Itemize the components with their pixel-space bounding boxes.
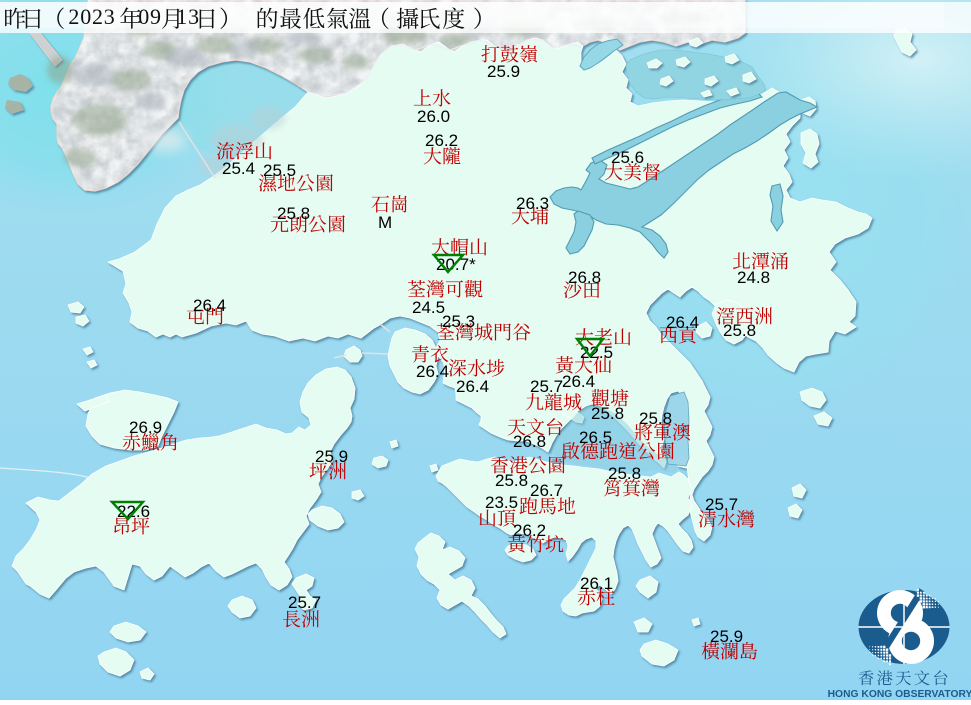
svg-text:26.1: 26.1 bbox=[580, 574, 613, 593]
svg-text:2023: 2023 bbox=[68, 4, 115, 29]
svg-text:24.5: 24.5 bbox=[412, 298, 445, 317]
svg-text:25.8: 25.8 bbox=[723, 321, 756, 340]
svg-text:26.8: 26.8 bbox=[513, 432, 546, 451]
svg-text:26.0: 26.0 bbox=[417, 107, 450, 126]
svg-text:25.7: 25.7 bbox=[530, 377, 563, 396]
svg-text:13: 13 bbox=[176, 4, 200, 29]
svg-text:26.9: 26.9 bbox=[129, 418, 162, 437]
svg-text:25.9: 25.9 bbox=[315, 447, 348, 466]
svg-text:24.8: 24.8 bbox=[737, 268, 770, 287]
svg-text:M: M bbox=[378, 213, 392, 232]
svg-text:25.5: 25.5 bbox=[263, 161, 296, 180]
svg-text:25.9: 25.9 bbox=[487, 62, 520, 81]
svg-text:25.8: 25.8 bbox=[639, 409, 672, 428]
svg-text:26.4: 26.4 bbox=[416, 362, 449, 381]
svg-text:26.2: 26.2 bbox=[425, 131, 458, 150]
svg-text:25.7: 25.7 bbox=[288, 593, 321, 612]
svg-text:26.4: 26.4 bbox=[456, 377, 489, 396]
svg-text:26.7: 26.7 bbox=[530, 481, 563, 500]
svg-text:25.8: 25.8 bbox=[495, 471, 528, 490]
svg-text:26.5: 26.5 bbox=[579, 428, 612, 447]
svg-text:25.3: 25.3 bbox=[442, 312, 475, 331]
svg-text:26.8: 26.8 bbox=[568, 268, 601, 287]
svg-text:25.8: 25.8 bbox=[608, 464, 641, 483]
svg-text:26.4: 26.4 bbox=[562, 372, 595, 391]
svg-text:26.4: 26.4 bbox=[193, 296, 226, 315]
svg-text:25.8: 25.8 bbox=[591, 404, 624, 423]
svg-text:26.3: 26.3 bbox=[516, 194, 549, 213]
svg-text:25.9: 25.9 bbox=[710, 627, 743, 646]
svg-text:HONG KONG OBSERVATORY: HONG KONG OBSERVATORY bbox=[828, 689, 971, 700]
svg-text:23.5: 23.5 bbox=[485, 493, 518, 512]
svg-text:26.2: 26.2 bbox=[513, 521, 546, 540]
svg-text:09: 09 bbox=[138, 4, 162, 29]
svg-text:25.8: 25.8 bbox=[277, 204, 310, 223]
svg-text:26.4: 26.4 bbox=[666, 313, 699, 332]
svg-text:25.4: 25.4 bbox=[222, 159, 255, 178]
svg-text:25.6: 25.6 bbox=[611, 148, 644, 167]
svg-text:25.7: 25.7 bbox=[705, 495, 738, 514]
